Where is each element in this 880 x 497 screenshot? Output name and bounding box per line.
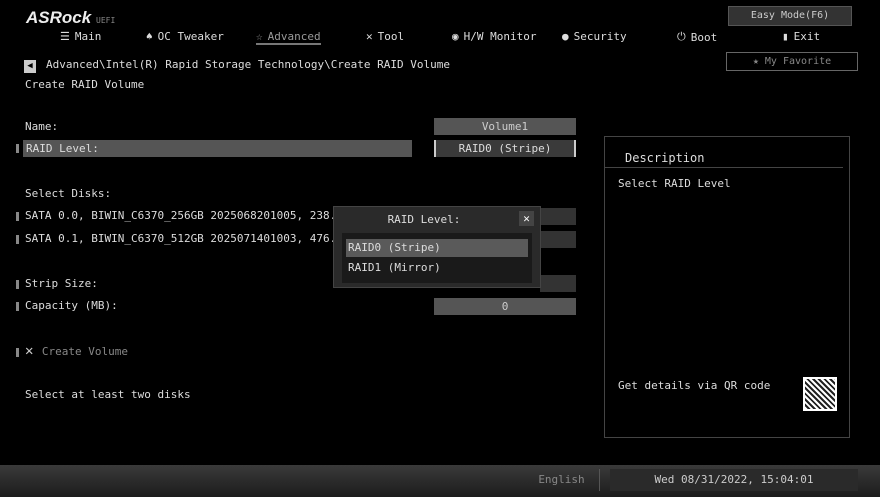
item-marker	[16, 302, 19, 311]
strip-size-select[interactable]	[540, 275, 576, 292]
star-icon: ☆	[256, 30, 263, 43]
strip-size-label[interactable]: Strip Size:	[25, 277, 98, 290]
exit-icon: ▮	[782, 30, 789, 43]
list-icon: ☰	[60, 30, 70, 43]
disk-1-toggle[interactable]	[540, 231, 576, 248]
tab-oc-tweaker[interactable]: ♠ OC Tweaker	[146, 30, 224, 43]
item-marker	[16, 144, 19, 153]
tab-advanced[interactable]: ☆ Advanced	[256, 30, 321, 45]
name-field[interactable]: Volume1	[434, 118, 576, 135]
tab-tool[interactable]: ✕ Tool	[366, 30, 404, 43]
footer-bar: English Wed 08/31/2022, 15:04:01	[0, 465, 880, 497]
item-marker	[16, 212, 19, 221]
description-title: Description	[625, 151, 705, 165]
capacity-label[interactable]: Capacity (MB):	[25, 299, 118, 312]
tab-main[interactable]: ☰ Main	[60, 30, 101, 43]
popup-title: RAID Level:	[387, 213, 461, 226]
divider	[605, 167, 843, 168]
raid-level-row[interactable]: RAID Level:	[23, 140, 412, 157]
name-label: Name:	[25, 120, 59, 133]
item-marker	[16, 348, 19, 357]
qr-code	[803, 377, 837, 411]
capacity-field[interactable]: 0	[434, 298, 576, 315]
qr-text: Get details via QR code	[618, 379, 771, 392]
language-button[interactable]: English	[524, 469, 600, 491]
easy-mode-button[interactable]: Easy Mode(F6)	[728, 6, 852, 26]
tab-security[interactable]: ● Security	[562, 30, 627, 43]
back-icon[interactable]: ◀	[24, 60, 36, 73]
tools-icon: ✕	[25, 343, 42, 359]
raid-level-popup: RAID Level: ✕ RAID0 (Stripe) RAID1 (Mirr…	[333, 206, 541, 288]
disk-sata-0-1[interactable]: SATA 0.1, BIWIN_C6370_512GB 202507140100…	[25, 232, 356, 245]
tools-icon: ✕	[366, 30, 373, 43]
asrock-logo: ASRock	[26, 8, 92, 27]
item-marker	[16, 280, 19, 289]
select-disks-label: Select Disks:	[25, 187, 112, 200]
option-raid0[interactable]: RAID0 (Stripe)	[346, 239, 528, 257]
hint-text: Select at least two disks	[25, 388, 191, 401]
page-title: Create RAID Volume	[25, 78, 145, 91]
item-marker	[16, 235, 19, 244]
description-text: Select RAID Level	[618, 177, 731, 190]
create-volume-button[interactable]: ✕ Create Volume	[25, 343, 128, 359]
monitor-icon: ◉	[452, 30, 459, 43]
disk-sata-0-0[interactable]: SATA 0.0, BIWIN_C6370_256GB 202506820100…	[25, 209, 356, 222]
power-icon: ⏻	[677, 30, 686, 43]
shield-icon: ●	[562, 30, 569, 43]
disk-0-toggle[interactable]	[540, 208, 576, 225]
uefi-label: UEFI	[96, 16, 116, 25]
tab-exit[interactable]: ▮ Exit	[782, 30, 820, 43]
raid-level-select[interactable]: RAID0 (Stripe)	[434, 140, 576, 157]
close-icon[interactable]: ✕	[519, 211, 534, 226]
datetime: Wed 08/31/2022, 15:04:01	[610, 469, 858, 491]
star-icon: ★	[752, 56, 765, 67]
flame-icon: ♠	[146, 30, 153, 43]
tab-boot[interactable]: ⏻ Boot	[677, 30, 717, 44]
option-raid1[interactable]: RAID1 (Mirror)	[346, 259, 528, 277]
my-favorite-button[interactable]: ★ My Favorite	[726, 52, 858, 71]
breadcrumb: ◀ Advanced\Intel(R) Rapid Storage Technol…	[24, 58, 450, 73]
tab-hw-monitor[interactable]: ◉ H/W Monitor	[452, 30, 536, 43]
